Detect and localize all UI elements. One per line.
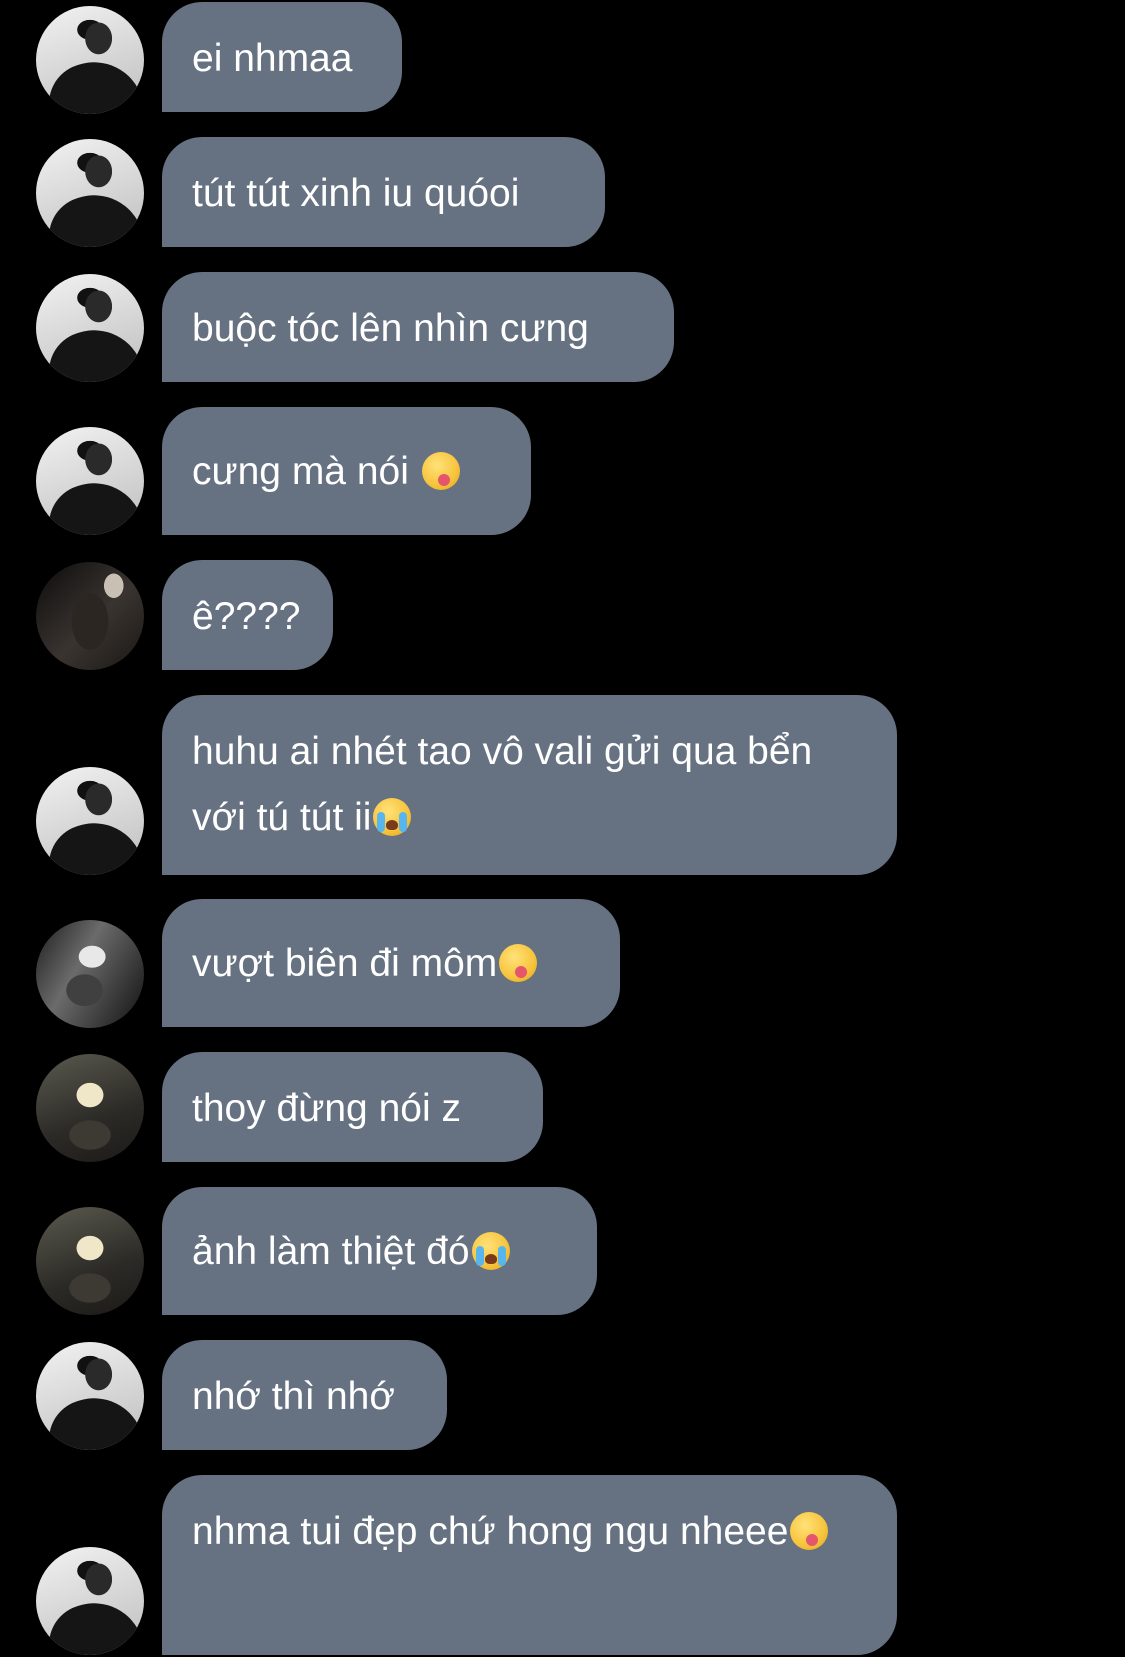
avatar[interactable] [36, 920, 144, 1028]
face-savoring-food-emoji [790, 1512, 829, 1550]
face-savoring-food-emoji [499, 944, 538, 982]
message-bubble[interactable]: ê???? [162, 560, 333, 670]
message-bubble[interactable]: thoy đừng nói z [162, 1052, 543, 1162]
message-bubble[interactable]: tút tút xinh iu quóoi [162, 137, 605, 247]
message-bubble[interactable]: ei nhmaa [162, 2, 402, 112]
avatar[interactable] [36, 139, 144, 247]
avatar[interactable] [36, 1054, 144, 1162]
message-text: huhu ai nhét tao vô vali gửi qua bển với… [192, 730, 813, 839]
message-text: nhma tui đẹp chứ hong ngu nheee [192, 1510, 789, 1553]
avatar[interactable] [36, 562, 144, 670]
message-text: tút tút xinh iu quóoi [192, 172, 520, 215]
avatar[interactable] [36, 274, 144, 382]
message-text: buộc tóc lên nhìn cưng [192, 307, 589, 350]
message-bubble[interactable]: nhma tui đẹp chứ hong ngu nheee [162, 1475, 897, 1655]
message-text: nhớ thì nhớ [192, 1375, 395, 1418]
avatar[interactable] [36, 6, 144, 114]
message-text: vượt biên đi môm [192, 942, 498, 985]
avatar[interactable] [36, 427, 144, 535]
avatar[interactable] [36, 1207, 144, 1315]
message-bubble[interactable]: buộc tóc lên nhìn cưng [162, 272, 674, 382]
avatar[interactable] [36, 1547, 144, 1655]
loudly-crying-face-emoji [373, 798, 412, 836]
message-text: ê???? [192, 595, 301, 638]
avatar[interactable] [36, 767, 144, 875]
message-bubble[interactable]: vượt biên đi môm [162, 899, 620, 1027]
message-bubble[interactable]: huhu ai nhét tao vô vali gửi qua bển với… [162, 695, 897, 875]
face-savoring-food-emoji [421, 452, 460, 490]
message-bubble[interactable]: cưng mà nói [162, 407, 531, 535]
message-text: thoy đừng nói z [192, 1087, 461, 1130]
avatar[interactable] [36, 1342, 144, 1450]
message-text: ảnh làm thiệt đó [192, 1230, 470, 1273]
message-bubble[interactable]: ảnh làm thiệt đó [162, 1187, 597, 1315]
message-text: cưng mà nói [192, 450, 420, 493]
message-text: ei nhmaa [192, 37, 353, 80]
message-bubble[interactable]: nhớ thì nhớ [162, 1340, 447, 1450]
loudly-crying-face-emoji [471, 1232, 510, 1270]
